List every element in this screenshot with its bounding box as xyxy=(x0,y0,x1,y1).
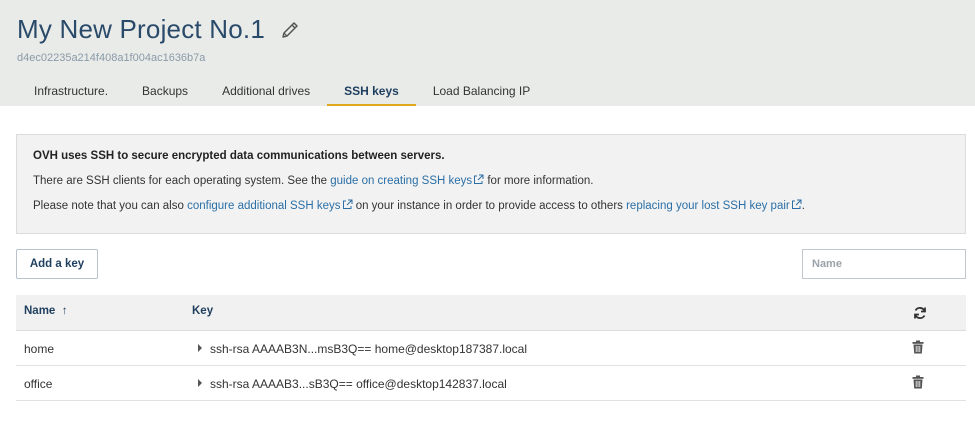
info-text: for more information. xyxy=(484,175,594,187)
column-header-name[interactable]: Name ↑ xyxy=(24,305,67,317)
refresh-icon[interactable] xyxy=(913,306,927,320)
configure-ssh-keys-link-label: configure additional SSH keys xyxy=(187,200,341,212)
key-value-text: ssh-rsa AAAAB3...sB3Q== office@desktop14… xyxy=(210,377,507,391)
external-link-icon xyxy=(791,199,802,210)
expand-caret-icon[interactable] xyxy=(198,379,202,387)
info-text: There are SSH clients for each operating… xyxy=(33,175,331,187)
tab-bar: Infrastructure. Backups Additional drive… xyxy=(17,78,547,106)
info-line-additional: Please note that you can also configure … xyxy=(33,199,949,214)
tab-ssh-keys[interactable]: SSH keys xyxy=(327,78,416,106)
info-text: . xyxy=(801,200,805,212)
key-name: home xyxy=(24,342,55,356)
replace-lost-key-link-label: replacing your lost SSH key pair xyxy=(626,200,790,212)
ssh-keys-table: Name ↑ Key home ssh-rsa AAAAB3N...msB3Q=… xyxy=(16,295,966,401)
key-name: office xyxy=(24,377,53,391)
info-text: on your instance in order to provide acc… xyxy=(352,200,627,212)
configure-ssh-keys-link[interactable]: configure additional SSH keys xyxy=(187,199,353,212)
tab-infrastructure[interactable]: Infrastructure. xyxy=(17,78,125,106)
tab-additional-drives[interactable]: Additional drives xyxy=(205,78,327,106)
tab-load-balancing-ip[interactable]: Load Balancing IP xyxy=(416,78,547,106)
external-link-icon xyxy=(342,199,353,210)
trash-icon[interactable] xyxy=(912,340,924,354)
title-row: My New Project No.1 xyxy=(17,14,301,45)
external-link-icon xyxy=(473,174,484,185)
info-line-clients: There are SSH clients for each operating… xyxy=(33,174,949,189)
trash-icon[interactable] xyxy=(912,375,924,389)
key-value-text: ssh-rsa AAAAB3N...msB3Q== home@desktop18… xyxy=(210,342,528,356)
pencil-icon[interactable] xyxy=(279,19,301,41)
sort-ascending-icon: ↑ xyxy=(61,305,68,317)
project-title: My New Project No.1 xyxy=(17,14,265,44)
table-row: home ssh-rsa AAAAB3N...msB3Q== home@desk… xyxy=(16,331,966,366)
tab-backups[interactable]: Backups xyxy=(125,78,205,106)
info-heading: OVH uses SSH to secure encrypted data co… xyxy=(33,150,445,162)
key-value: ssh-rsa AAAAB3...sB3Q== office@desktop14… xyxy=(198,377,507,391)
replace-lost-key-link[interactable]: replacing your lost SSH key pair xyxy=(626,199,802,212)
guide-ssh-keys-link[interactable]: guide on creating SSH keys xyxy=(330,174,484,187)
info-text: Please note that you can also xyxy=(33,200,188,212)
project-id: d4ec02235a214f408a1f004ac1636b7a xyxy=(17,52,206,64)
info-box: OVH uses SSH to secure encrypted data co… xyxy=(16,134,966,234)
key-value: ssh-rsa AAAAB3N...msB3Q== home@desktop18… xyxy=(198,342,527,356)
project-header: My New Project No.1 d4ec02235a214f408a1f… xyxy=(0,0,975,106)
guide-ssh-keys-link-label: guide on creating SSH keys xyxy=(330,175,473,187)
column-header-name-label: Name xyxy=(24,305,56,317)
table-header: Name ↑ Key xyxy=(16,295,966,331)
name-filter-input[interactable] xyxy=(802,249,966,279)
add-key-button[interactable]: Add a key xyxy=(16,249,98,279)
column-header-key: Key xyxy=(192,305,214,317)
expand-caret-icon[interactable] xyxy=(198,344,202,352)
table-row: office ssh-rsa AAAAB3...sB3Q== office@de… xyxy=(16,366,966,401)
